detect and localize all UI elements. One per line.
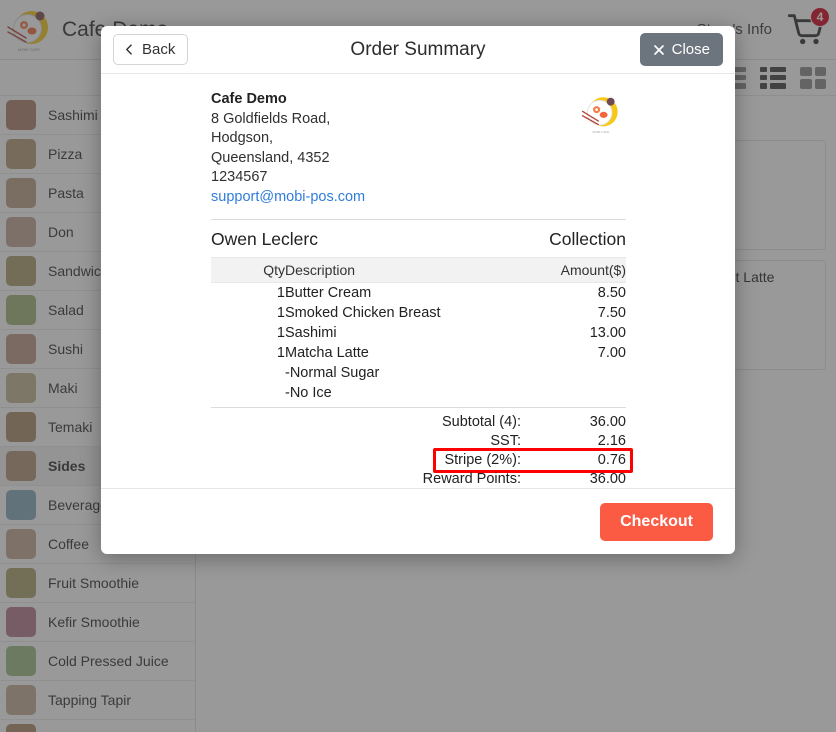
total-row-highlighted: Stripe (2%): 0.76 <box>211 448 633 473</box>
total-value: 36.00 <box>589 414 626 430</box>
header-amount: Amount($) <box>521 257 626 283</box>
customer-name: Owen Leclerc <box>211 229 318 249</box>
cell-modifier: -Normal Sugar <box>285 365 380 381</box>
svg-text:MOBI CAFE: MOBI CAFE <box>593 130 610 134</box>
back-button[interactable]: Back <box>113 34 189 65</box>
total-label: Subtotal (4): <box>442 414 521 430</box>
total-value: 36.00 <box>589 471 626 487</box>
modifier-row: -No Ice <box>211 383 626 403</box>
chevron-left-icon <box>126 44 132 55</box>
table-row: 1 Sashimi 13.00 <box>211 323 626 343</box>
cell-empty <box>211 383 285 403</box>
total-row: SST: 2.16 <box>211 432 626 451</box>
order-summary-dialog: Back Order Summary Close Cafe Demo 8 Gol… <box>101 26 735 554</box>
store-block: Cafe Demo 8 Goldfields Road, Hodgson, Qu… <box>211 90 365 207</box>
modifier-row: -Normal Sugar <box>211 363 626 383</box>
cell-modifier: -No Ice <box>285 385 332 401</box>
receipt-logo-icon: MOBI CAFE <box>576 92 626 136</box>
receipt-address-line1: 8 Goldfields Road, <box>211 110 331 127</box>
cell-description: Butter Cream <box>285 285 372 301</box>
total-row: Subtotal (4): 36.00 <box>211 413 626 432</box>
header-description: Description <box>285 257 521 283</box>
dialog-header: Back Order Summary Close <box>101 26 735 74</box>
receipt-address-line3: Queensland, 4352 <box>211 149 330 166</box>
receipt-address-line2: Hodgson, <box>211 130 274 146</box>
dialog-footer: Checkout <box>101 488 735 554</box>
cell-qty: 1 <box>276 285 285 301</box>
total-row: Reward Points: 36.00 <box>211 470 626 488</box>
cell-qty: 1 <box>276 325 285 341</box>
cell-amount: 7.00 <box>597 345 626 361</box>
dialog-body: Cafe Demo 8 Goldfields Road, Hodgson, Qu… <box>101 74 735 488</box>
checkout-button[interactable]: Checkout <box>600 502 713 541</box>
cell-amount: 8.50 <box>597 285 626 301</box>
receipt-header: Cafe Demo 8 Goldfields Road, Hodgson, Qu… <box>211 90 626 207</box>
receipt-phone: 1234567 <box>211 169 268 185</box>
cell-description: Matcha Latte <box>285 345 369 361</box>
receipt: Cafe Demo 8 Goldfields Road, Hodgson, Qu… <box>211 90 633 488</box>
table-row: 1 Matcha Latte 7.00 <box>211 343 626 363</box>
total-value: 0.76 <box>597 452 626 468</box>
cell-description: Smoked Chicken Breast <box>285 305 441 321</box>
cell-qty: 1 <box>276 345 285 361</box>
order-items-body: 1 Butter Cream 8.50 1 Smoked Chicken Breast 7… <box>211 283 626 404</box>
cell-description: Sashimi <box>285 325 337 341</box>
back-button-label: Back <box>142 41 176 58</box>
cell-amount: 13.00 <box>589 325 626 341</box>
cell-empty <box>521 363 626 383</box>
cell-qty: 1 <box>276 305 285 321</box>
receipt-store-name: Cafe Demo <box>211 91 287 107</box>
close-button[interactable]: Close <box>639 33 723 66</box>
order-items-table: Qty Description Amount($) 1 Butter Cream 8… <box>211 257 626 403</box>
table-row: 1 Smoked Chicken Breast 7.50 <box>211 303 626 323</box>
close-button-label: Close <box>671 41 710 58</box>
customer-row: Owen Leclerc Collection <box>211 220 626 257</box>
total-label: Reward Points: <box>422 471 521 487</box>
total-value: 2.16 <box>597 433 626 449</box>
cell-empty <box>211 363 285 383</box>
totals-block: Subtotal (4): 36.00 SST: 2.16 Stripe (2%): 0.… <box>211 407 633 488</box>
table-header-row: Qty Description Amount($) <box>211 257 626 283</box>
cell-amount: 7.50 <box>597 305 626 321</box>
total-label: SST: <box>490 433 521 449</box>
order-type: Collection <box>549 229 626 249</box>
close-x-icon <box>653 44 664 55</box>
receipt-email-link[interactable]: support@mobi-pos.com <box>211 188 365 208</box>
header-qty: Qty <box>211 257 285 283</box>
table-row: 1 Butter Cream 8.50 <box>211 283 626 304</box>
cell-empty <box>521 383 626 403</box>
total-label: Stripe (2%): <box>444 452 521 468</box>
